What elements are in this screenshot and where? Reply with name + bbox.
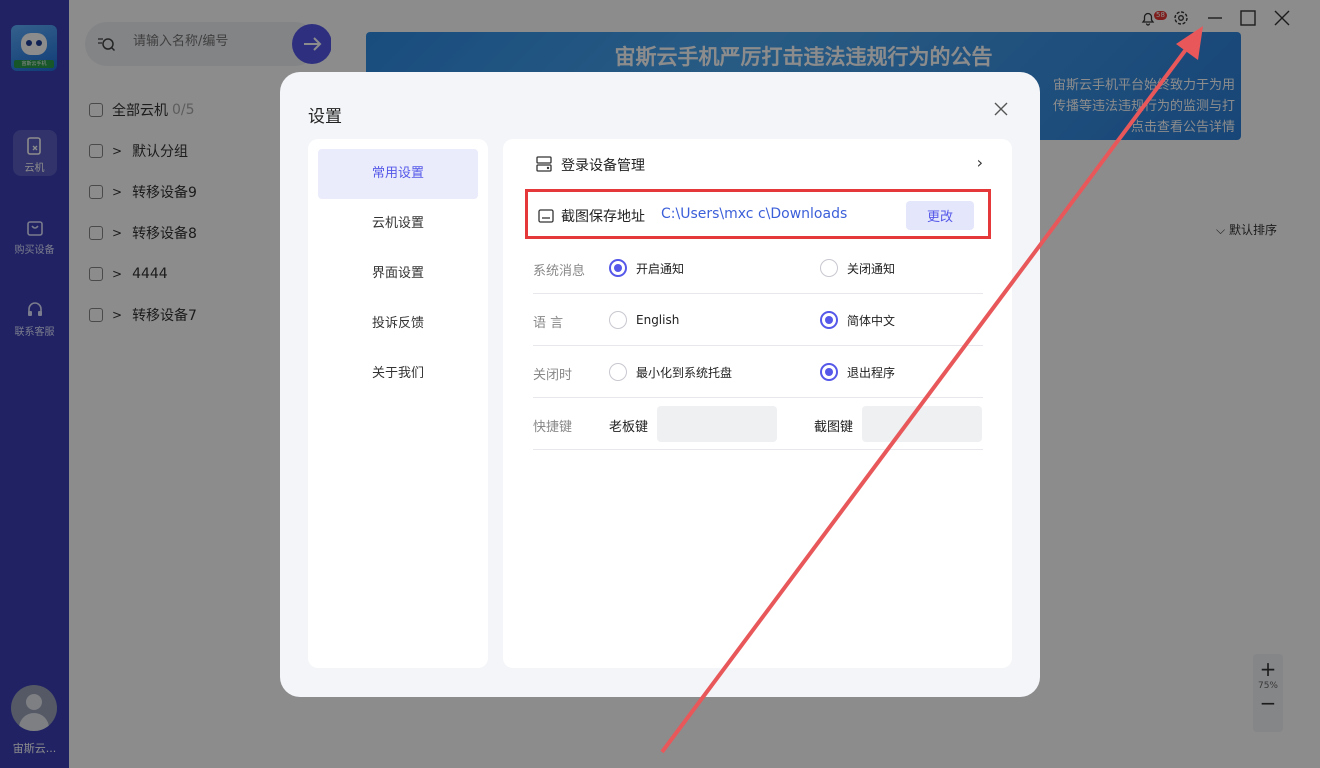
screenshot-label: 截图保存地址 xyxy=(561,209,645,225)
radio-dot[interactable] xyxy=(820,259,838,277)
radio-dot[interactable] xyxy=(609,259,627,277)
screenshot-key-label: 截图键 xyxy=(814,420,854,435)
login-devices-row[interactable]: 登录设备管理 › xyxy=(533,153,983,175)
close-behavior-row: 关闭时 最小化到系统托盘 退出程序 xyxy=(533,346,983,398)
radio-label: 关闭通知 xyxy=(847,261,896,276)
dialog-title: 设置 xyxy=(308,107,342,127)
settings-dialog: 设置 常用设置 云机设置 界面设置 投诉反馈 关于我们 登录设备管理 › 截图保… xyxy=(280,72,1040,697)
radio-dot[interactable] xyxy=(820,311,838,329)
change-path-button[interactable]: 更改 xyxy=(906,201,974,230)
boss-key-label: 老板键 xyxy=(609,420,649,435)
screenshot-key-input[interactable] xyxy=(862,406,982,442)
settings-panel: 登录设备管理 › 截图保存地址 C:\Users\mxc c\Downloads… xyxy=(503,139,1012,668)
radio-label: 退出程序 xyxy=(847,365,896,380)
radio-label: 开启通知 xyxy=(636,261,685,276)
hotkey-label: 快捷键 xyxy=(533,420,573,435)
screenshot-path-row: 截图保存地址 C:\Users\mxc c\Downloads 更改 xyxy=(525,189,991,239)
radio-label: 简体中文 xyxy=(847,313,896,328)
server-icon xyxy=(536,156,552,172)
hotkey-row: 快捷键 老板键 截图键 xyxy=(533,398,983,450)
screenshot-icon xyxy=(538,209,554,223)
language-label: 语 言 xyxy=(533,316,564,331)
nav-about[interactable]: 关于我们 xyxy=(318,349,478,399)
nav-general[interactable]: 常用设置 xyxy=(318,149,478,199)
system-message-label: 系统消息 xyxy=(533,264,586,279)
lang-en-radio[interactable]: English xyxy=(609,311,679,329)
system-message-row: 系统消息 开启通知 关闭通知 xyxy=(533,242,983,294)
chevron-right-icon: › xyxy=(976,153,983,172)
nav-interface[interactable]: 界面设置 xyxy=(318,249,478,299)
nav-cloud[interactable]: 云机设置 xyxy=(318,199,478,249)
nav-feedback[interactable]: 投诉反馈 xyxy=(318,299,478,349)
screenshot-path: C:\Users\mxc c\Downloads xyxy=(661,206,848,222)
radio-label: English xyxy=(636,313,680,327)
notify-off-radio[interactable]: 关闭通知 xyxy=(820,259,895,277)
radio-label: 最小化到系统托盘 xyxy=(636,365,733,380)
settings-nav: 常用设置 云机设置 界面设置 投诉反馈 关于我们 xyxy=(308,139,488,668)
language-row: 语 言 English 简体中文 xyxy=(533,294,983,346)
close-exit-radio[interactable]: 退出程序 xyxy=(820,363,895,381)
notify-on-radio[interactable]: 开启通知 xyxy=(609,259,684,277)
radio-dot[interactable] xyxy=(820,363,838,381)
close-icon[interactable] xyxy=(993,101,1009,117)
radio-dot[interactable] xyxy=(609,311,627,329)
close-tray-radio[interactable]: 最小化到系统托盘 xyxy=(609,363,732,381)
boss-key-input[interactable] xyxy=(657,406,777,442)
login-devices-label: 登录设备管理 xyxy=(561,158,645,174)
close-behavior-label: 关闭时 xyxy=(533,368,573,383)
radio-dot[interactable] xyxy=(609,363,627,381)
lang-zh-radio[interactable]: 简体中文 xyxy=(820,311,895,329)
